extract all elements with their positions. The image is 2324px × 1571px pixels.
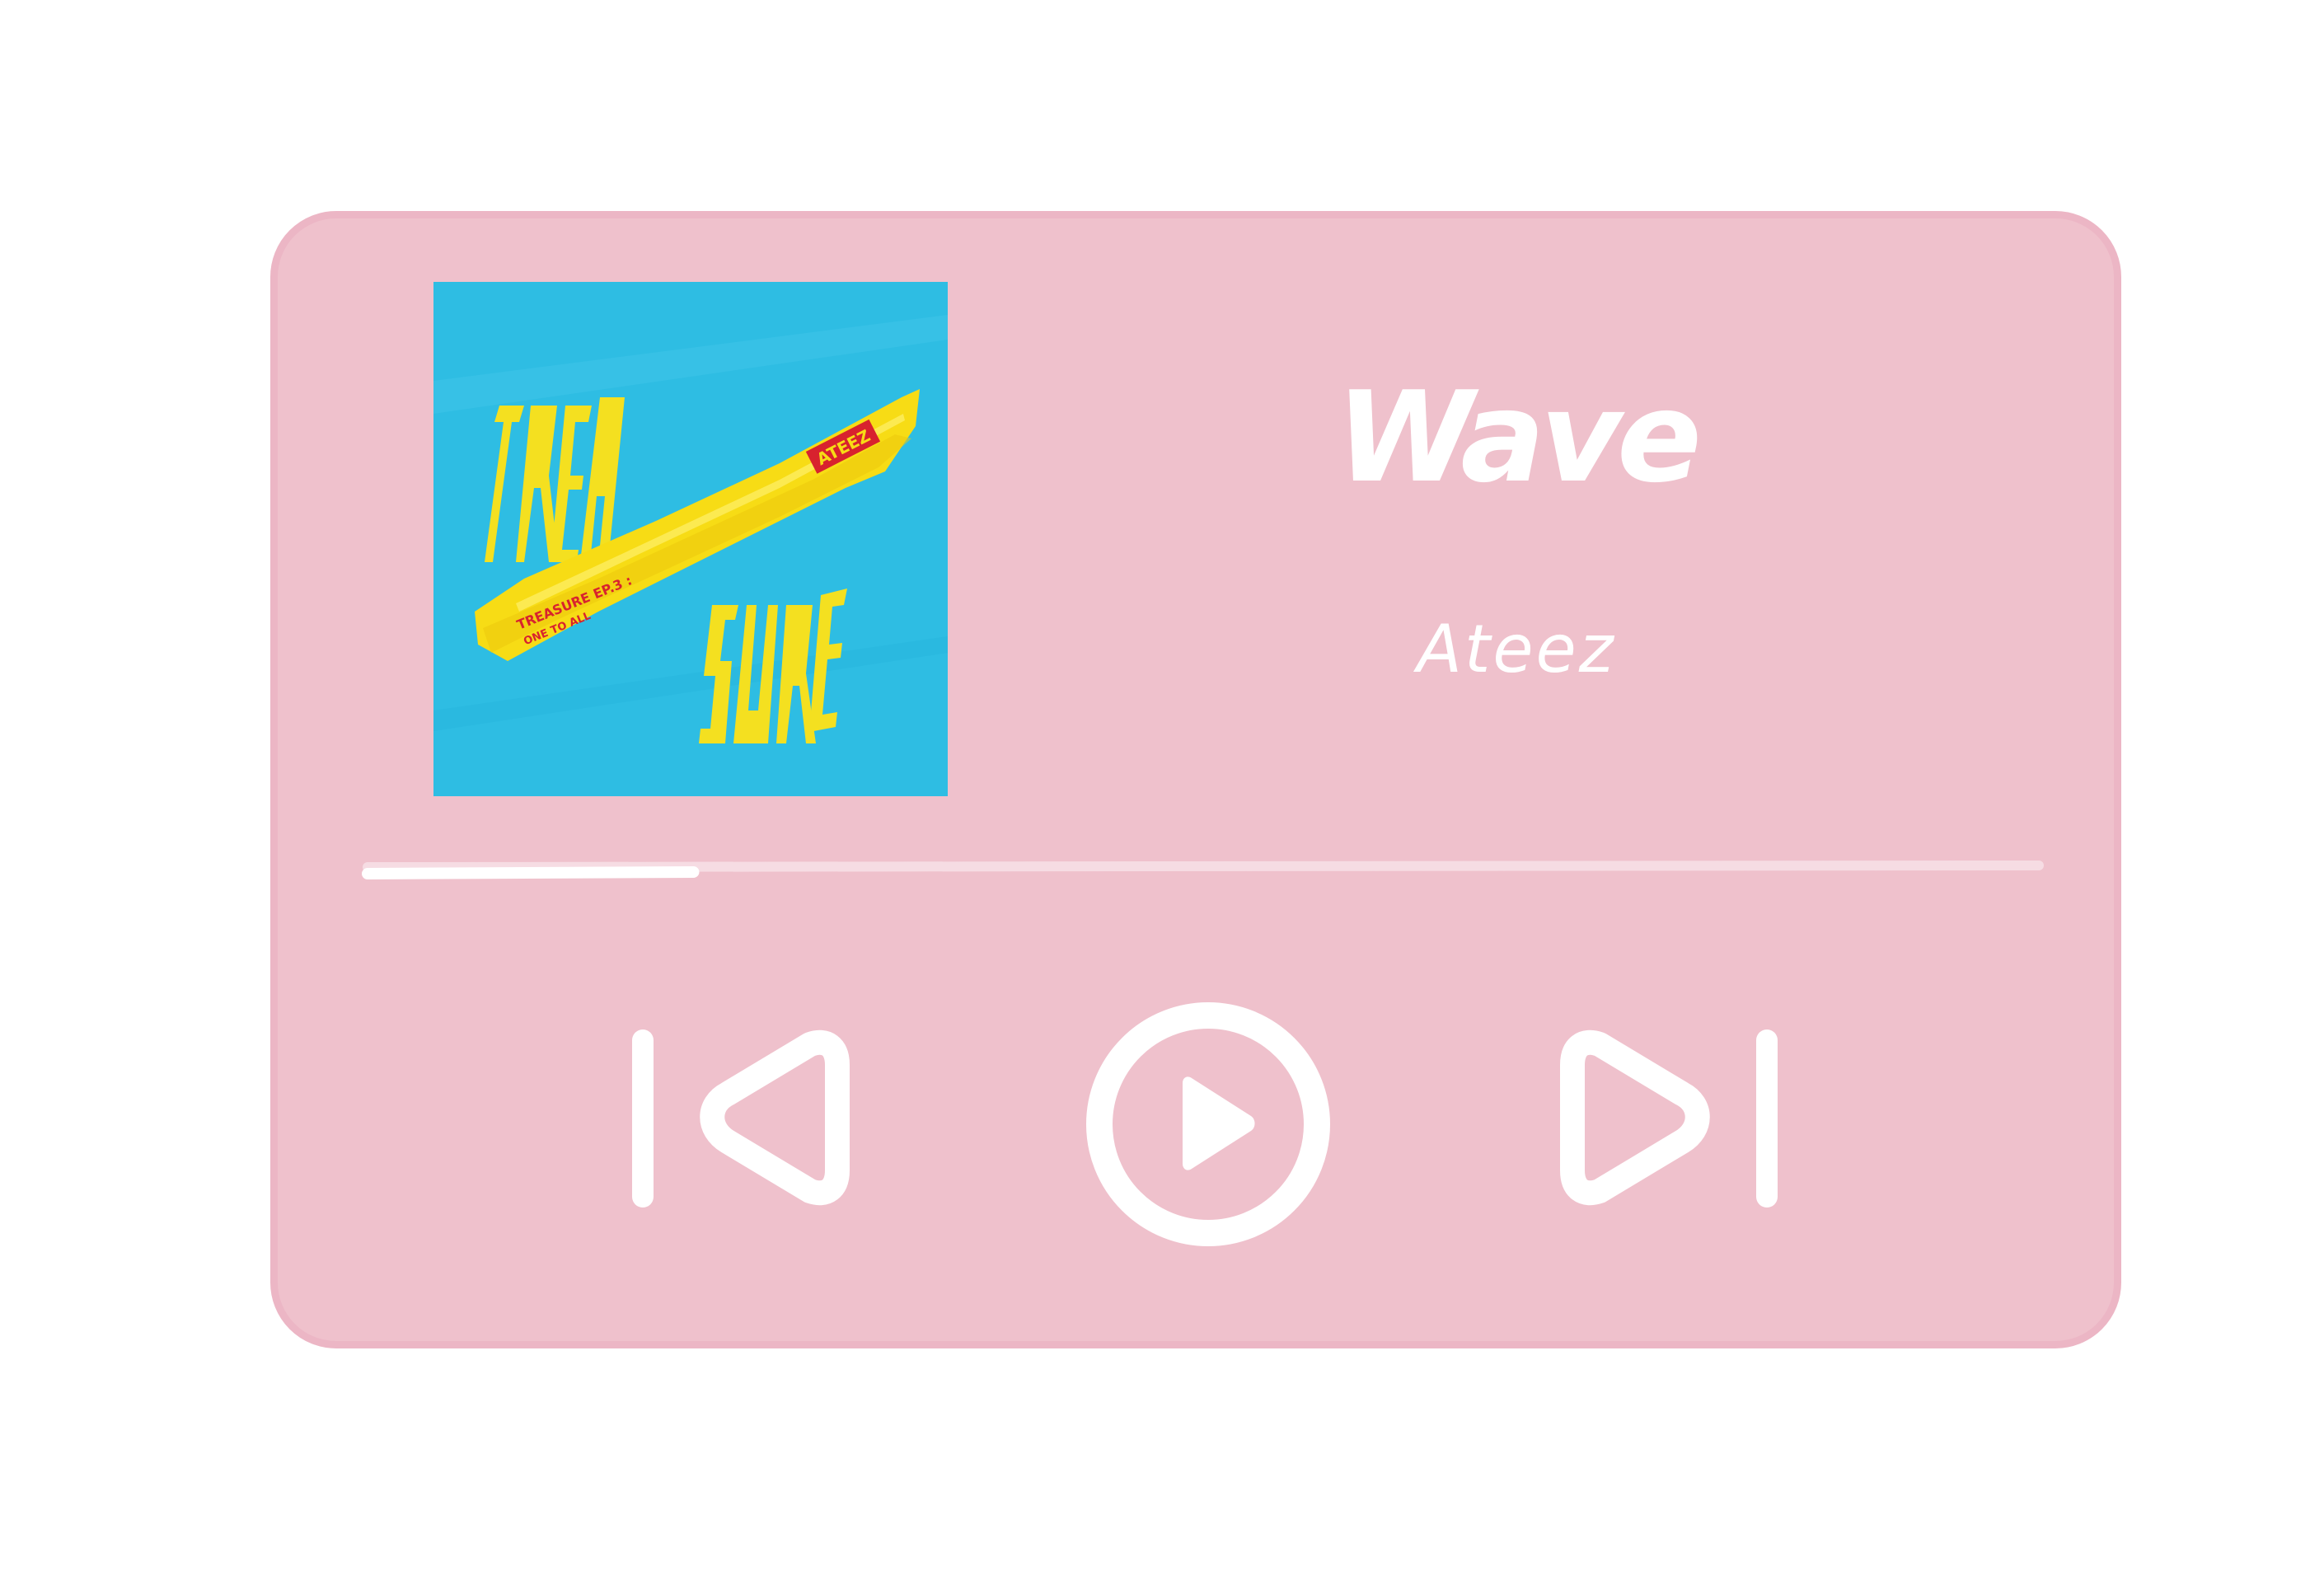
progress-fill [362,866,700,879]
next-track-button[interactable] [1558,1022,1785,1220]
previous-track-button[interactable] [625,1022,852,1220]
progress-bar[interactable] [362,861,2044,880]
play-icon [1086,1002,1330,1246]
skip-previous-icon [632,1029,850,1208]
play-button[interactable] [1085,1001,1332,1248]
skip-next-icon [1560,1029,1778,1208]
song-title: Wave [1335,364,1702,510]
artist-name: Ateez [1417,611,1616,687]
album-cover-image: ATEEZ TREASURE EP.3 : ONE TO ALL [433,282,948,796]
